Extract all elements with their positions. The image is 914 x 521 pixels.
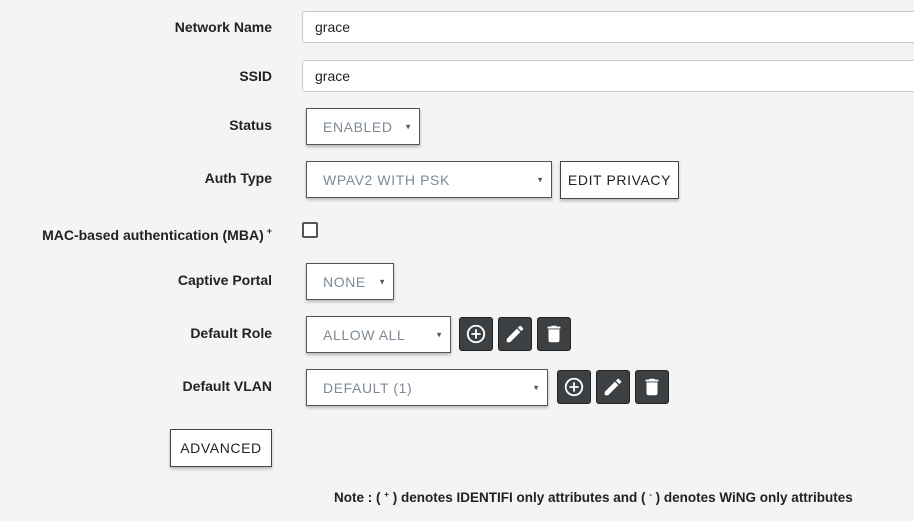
note-mid: ) denotes IDENTIFI only attributes and ( bbox=[392, 490, 646, 505]
network-name-label: Network Name bbox=[174, 19, 272, 35]
default-vlan-selected-value: DEFAULT (1) bbox=[323, 379, 413, 396]
note-suffix: ) denotes WiNG only attributes bbox=[655, 490, 853, 505]
add-role-button[interactable] bbox=[459, 317, 493, 351]
captive-portal-select[interactable]: NONE ▾ bbox=[306, 263, 394, 300]
trash-icon bbox=[645, 378, 659, 396]
chevron-down-icon: ▾ bbox=[533, 382, 539, 392]
edit-privacy-button[interactable]: EDIT PRIVACY bbox=[560, 161, 679, 199]
pencil-icon bbox=[604, 378, 622, 396]
note-minus-marker: - bbox=[649, 490, 652, 499]
default-role-select[interactable]: ALLOW ALL ▾ bbox=[306, 316, 451, 353]
captive-portal-selected-value: NONE bbox=[323, 273, 366, 290]
delete-role-button[interactable] bbox=[537, 317, 571, 351]
edit-vlan-button[interactable] bbox=[596, 370, 630, 404]
delete-vlan-button[interactable] bbox=[635, 370, 669, 404]
auth-type-label: Auth Type bbox=[204, 170, 272, 186]
default-role-selected-value: ALLOW ALL bbox=[323, 326, 406, 343]
mba-label-text: MAC-based authentication (MBA) bbox=[42, 227, 264, 243]
chevron-down-icon: ▾ bbox=[405, 121, 411, 131]
ssid-input[interactable] bbox=[302, 60, 914, 92]
auth-type-select[interactable]: WPAV2 WITH PSK ▾ bbox=[306, 161, 552, 198]
default-role-label: Default Role bbox=[190, 325, 272, 341]
chevron-down-icon: ▾ bbox=[379, 276, 385, 286]
auth-type-selected-value: WPAV2 WITH PSK bbox=[323, 171, 450, 188]
add-vlan-button[interactable] bbox=[557, 370, 591, 404]
status-select[interactable]: ENABLED ▾ bbox=[306, 108, 420, 145]
trash-icon bbox=[547, 325, 561, 343]
identifi-marker: + bbox=[266, 226, 272, 236]
attributes-note: Note : ( + ) denotes IDENTIFI only attri… bbox=[334, 490, 853, 505]
default-vlan-select[interactable]: DEFAULT (1) ▾ bbox=[306, 369, 548, 406]
chevron-down-icon: ▾ bbox=[436, 329, 442, 339]
pencil-icon bbox=[506, 325, 524, 343]
captive-portal-label: Captive Portal bbox=[177, 272, 272, 288]
mba-checkbox[interactable] bbox=[302, 222, 318, 238]
status-label: Status bbox=[229, 117, 272, 133]
default-vlan-label: Default VLAN bbox=[182, 378, 272, 394]
advanced-button[interactable]: ADVANCED bbox=[170, 429, 272, 467]
add-circle-icon bbox=[466, 324, 486, 344]
status-selected-value: ENABLED bbox=[323, 118, 393, 135]
mba-label: MAC-based authentication (MBA) + bbox=[42, 222, 272, 244]
edit-role-button[interactable] bbox=[498, 317, 532, 351]
chevron-down-icon: ▾ bbox=[537, 174, 543, 184]
ssid-label: SSID bbox=[239, 68, 272, 84]
note-plus-marker: + bbox=[384, 490, 389, 499]
add-circle-icon bbox=[564, 377, 584, 397]
note-prefix: Note : ( bbox=[334, 490, 381, 505]
network-name-input[interactable] bbox=[302, 11, 914, 43]
